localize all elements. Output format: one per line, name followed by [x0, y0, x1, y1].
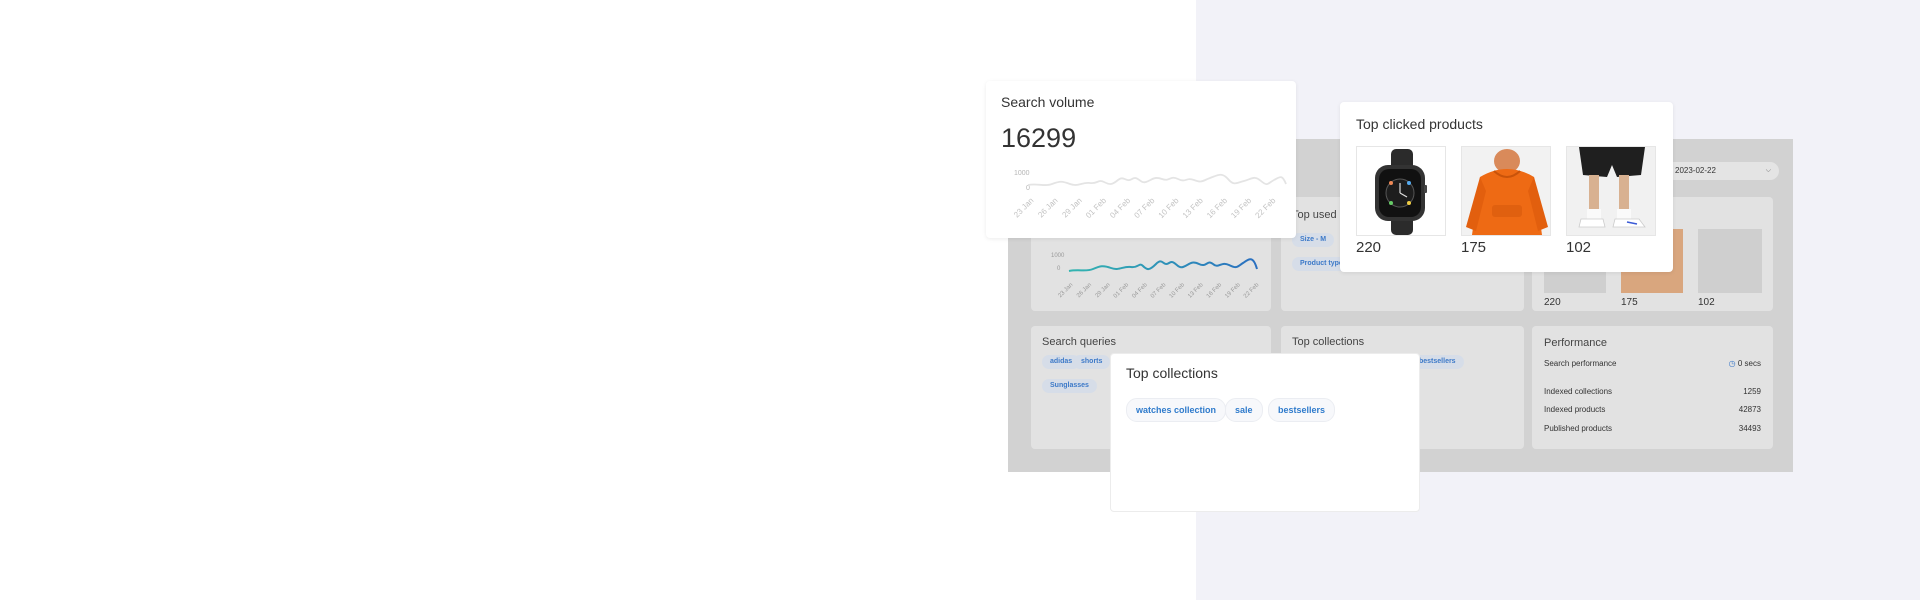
watch-icon	[1375, 149, 1427, 235]
bg-volume-chart: 1000 0 23 Jan 26 Jan 29 Jan 01 Feb 04 Feb 07 …	[1051, 253, 1261, 300]
performance-value: 42873	[1738, 405, 1761, 414]
y-tick: 1000	[1014, 170, 1030, 177]
x-tick-label: 01 Feb	[1113, 282, 1131, 300]
x-tick-label: 13 Feb	[1181, 196, 1205, 220]
x-tick-label: 10 Feb	[1169, 282, 1187, 300]
collection-pill[interactable]: sale	[1225, 398, 1263, 422]
bg-product-count: 220	[1544, 297, 1561, 308]
top-clicked-products-card: Top clicked products 220 175 102	[1340, 102, 1673, 272]
date-select[interactable]: 2023-02-22 ⌵	[1665, 162, 1779, 180]
chevron-down-icon: ⌵	[1765, 167, 1771, 174]
product-click-count: 102	[1566, 239, 1592, 256]
x-tick-label: 22 Feb	[1253, 196, 1277, 220]
x-tick-label: 26 Jan	[1036, 196, 1059, 219]
bg-product-count: 102	[1698, 297, 1715, 308]
x-tick-label: 26 Jan	[1076, 282, 1093, 299]
x-tick-label: 23 Jan	[1057, 282, 1074, 299]
performance-row: Indexed collections 1259	[1544, 387, 1761, 396]
bg-product-count: 175	[1621, 297, 1638, 308]
search-volume-value: 16299	[1001, 123, 1077, 153]
bg-product-img	[1698, 229, 1762, 293]
bg-query-chip[interactable]: shorts	[1073, 355, 1111, 369]
bg-performance-card: Performance Search performance ◷ 0 secs …	[1532, 326, 1773, 449]
x-tick-label: 04 Feb	[1108, 196, 1132, 220]
performance-label: Published products	[1544, 424, 1613, 433]
x-tick-label: 29 Jan	[1060, 196, 1083, 219]
performance-row: Indexed products 42873	[1544, 405, 1761, 414]
collection-pill[interactable]: bestsellers	[1268, 398, 1336, 422]
performance-row: Search performance ◷ 0 secs	[1544, 359, 1761, 368]
performance-title: Performance	[1544, 337, 1607, 349]
x-tick-label: 19 Feb	[1224, 282, 1242, 300]
performance-label: Indexed products	[1544, 405, 1606, 414]
bg-top-used-title: Top used	[1292, 209, 1337, 221]
collection-pill[interactable]: watches collection	[1126, 398, 1227, 422]
search-volume-line	[1027, 173, 1287, 187]
clock-icon: ◷	[1728, 359, 1736, 368]
x-tick-label: 16 Feb	[1205, 196, 1229, 220]
date-select-value: 2023-02-22	[1675, 166, 1716, 175]
bg-query-chip[interactable]: Sunglasses	[1042, 379, 1097, 393]
performance-row: Published products 34493	[1544, 424, 1761, 433]
bg-collections-title: Top collections	[1292, 336, 1365, 348]
hoodie-icon	[1466, 149, 1548, 235]
search-volume-card: Search volume 16299 1000 0 23 Jan 26 Jan 2…	[986, 81, 1296, 238]
shorts-icon	[1578, 147, 1646, 228]
bg-search-queries-title: Search queries	[1042, 336, 1116, 348]
product-click-count: 175	[1461, 239, 1487, 256]
x-tick-label: 07 Feb	[1132, 196, 1156, 220]
top-collections-card: Top collections watches collection sale …	[1110, 353, 1420, 512]
x-tick-label: 23 Jan	[1012, 196, 1035, 219]
x-tick-label: 16 Feb	[1206, 282, 1224, 300]
product-click-count: 220	[1356, 239, 1382, 256]
performance-value: 34493	[1738, 424, 1761, 433]
search-volume-chart: 1000 0 23 Jan 26 Jan 29 Jan 01 Feb 04 Feb 07 …	[1012, 170, 1287, 220]
bg-volume-line	[1068, 258, 1258, 272]
x-tick-label: 13 Feb	[1187, 282, 1205, 300]
x-tick-label: 04 Feb	[1131, 282, 1149, 300]
top-clicked-products-title: Top clicked products	[1356, 116, 1483, 132]
y-tick: 0	[1026, 185, 1030, 192]
performance-label: Search performance	[1544, 359, 1617, 368]
product-image-watch[interactable]	[1356, 146, 1446, 236]
top-collections-title: Top collections	[1126, 365, 1218, 381]
x-tick-label: 10 Feb	[1157, 196, 1181, 220]
x-tick-label: 29 Jan	[1095, 282, 1112, 299]
product-image-shorts-sneakers[interactable]	[1566, 146, 1656, 236]
performance-value: 1259	[1743, 387, 1761, 396]
search-volume-title: Search volume	[1001, 94, 1095, 110]
product-image-orange-hoodie[interactable]	[1461, 146, 1551, 236]
bg-y-tick: 0	[1057, 266, 1061, 272]
x-tick-label: 01 Feb	[1084, 196, 1108, 220]
performance-value: ◷ 0 secs	[1728, 359, 1761, 368]
performance-label: Indexed collections	[1544, 387, 1613, 396]
bg-y-tick: 1000	[1051, 253, 1065, 259]
x-tick-label: 19 Feb	[1229, 196, 1253, 220]
bg-chip[interactable]: Size - M	[1292, 233, 1335, 247]
x-tick-label: 07 Feb	[1150, 282, 1168, 300]
x-tick-label: 22 Feb	[1243, 282, 1261, 300]
